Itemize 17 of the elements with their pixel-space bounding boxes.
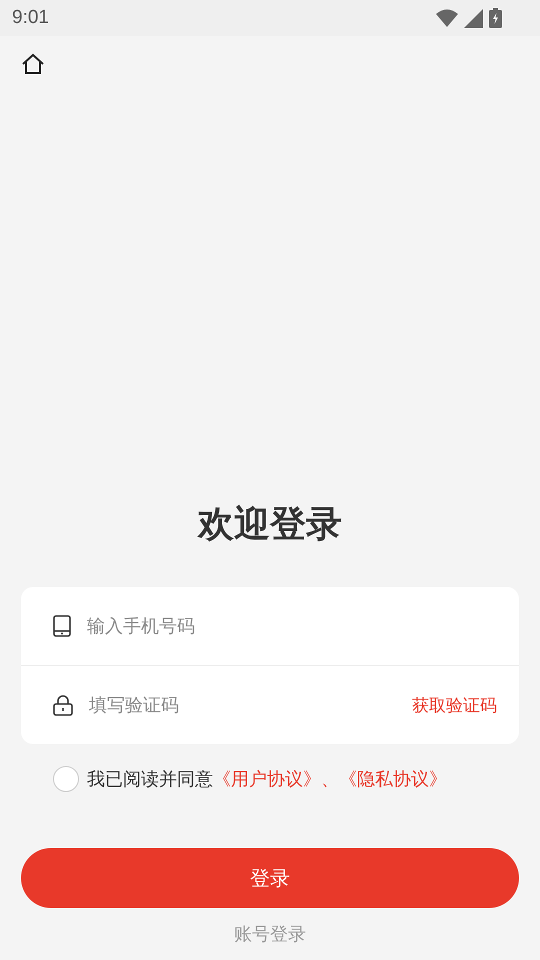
- account-login-link[interactable]: 账号登录: [234, 922, 306, 946]
- login-button[interactable]: 登录: [21, 848, 519, 908]
- status-time: 9:01: [12, 7, 49, 29]
- lock-icon: [53, 694, 73, 716]
- battery-icon: [489, 8, 502, 28]
- agreement-text: 我已阅读并同意《用户协议》、《隐私协议》: [87, 768, 447, 791]
- page-title: 欢迎登录: [196, 503, 343, 547]
- wifi-icon: [436, 9, 458, 27]
- user-agreement-link[interactable]: 《用户协议》: [213, 769, 321, 790]
- home-button[interactable]: [21, 52, 45, 76]
- get-code-button[interactable]: 获取验证码: [412, 694, 497, 716]
- agree-checkbox[interactable]: [53, 766, 79, 792]
- signal-icon: [464, 8, 483, 28]
- phone-icon: [53, 615, 71, 637]
- phone-field[interactable]: 输入手机号码: [85, 614, 497, 638]
- code-field[interactable]: 填写验证码: [87, 694, 398, 716]
- privacy-policy-link[interactable]: 《隐私协议》: [339, 769, 447, 790]
